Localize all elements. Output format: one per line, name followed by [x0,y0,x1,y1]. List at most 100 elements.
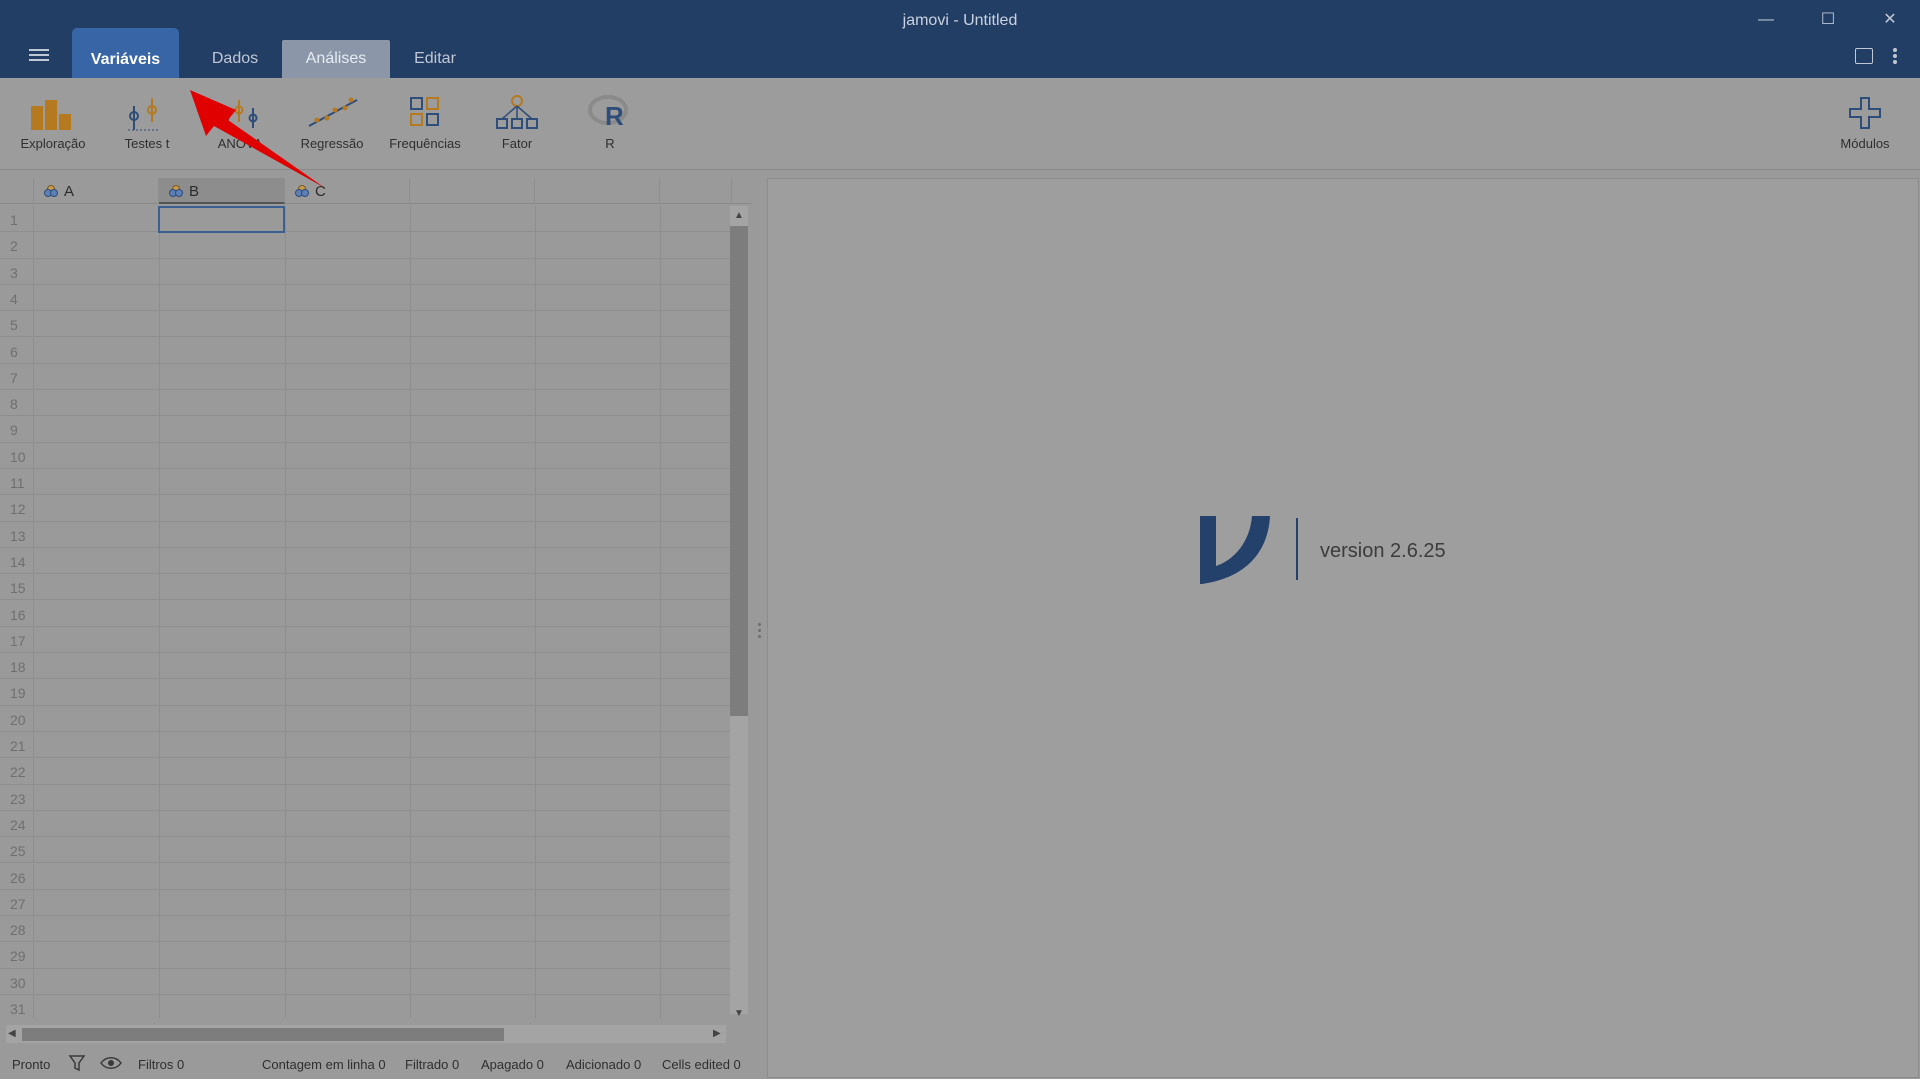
column-header-b[interactable]: B [159,178,285,204]
table-row[interactable]: 7 [0,363,732,391]
eye-icon[interactable] [100,1054,122,1075]
empty-column-header[interactable] [660,178,732,204]
row-number[interactable]: 14 [0,547,34,574]
table-row[interactable]: 19 [0,679,732,706]
modulos-button[interactable]: Módulos [1820,92,1910,151]
row-number[interactable]: 28 [0,916,34,942]
row-number[interactable]: 7 [0,363,34,390]
scroll-left-arrow-icon[interactable]: ◀ [8,1028,16,1039]
row-number[interactable]: 10 [0,442,34,468]
row-number[interactable]: 13 [0,521,34,547]
r-button[interactable]: R R [565,92,655,151]
tab-editar[interactable]: Editar [400,40,470,78]
table-row[interactable]: 11 [0,469,732,496]
row-number[interactable]: 29 [0,942,34,968]
table-row[interactable]: 29 [0,942,732,969]
table-row[interactable]: 5 [0,311,732,338]
row-number[interactable]: 1 [0,206,34,232]
filter-icon[interactable] [68,1054,86,1075]
selected-cell[interactable] [158,206,285,233]
regressao-button[interactable]: Regressão [287,92,377,151]
row-number[interactable]: 4 [0,284,34,311]
table-row[interactable]: 30 [0,968,732,995]
table-row[interactable]: 13 [0,521,732,548]
frequencias-button[interactable]: Frequências [380,92,470,151]
table-row[interactable]: 14 [0,547,732,575]
horizontal-scroll-thumb[interactable] [22,1028,504,1041]
row-number[interactable]: 24 [0,810,34,837]
empty-column-header[interactable] [410,178,535,204]
row-number[interactable]: 23 [0,784,34,810]
row-number[interactable]: 3 [0,258,34,284]
maximize-button[interactable]: ☐ [1808,8,1848,32]
row-number[interactable]: 8 [0,390,34,416]
more-options-icon[interactable] [1890,46,1900,68]
table-row[interactable]: 31 [0,995,732,1018]
row-number[interactable]: 6 [0,337,34,363]
table-row[interactable]: 15 [0,574,732,601]
table-row[interactable]: 10 [0,442,732,469]
row-number[interactable]: 16 [0,600,34,626]
table-row[interactable]: 3 [0,258,732,285]
row-number[interactable]: 5 [0,311,34,337]
table-row[interactable]: 2 [0,232,732,259]
row-number[interactable]: 9 [0,416,34,442]
empty-column-header[interactable] [535,178,660,204]
vertical-scroll-thumb[interactable] [730,226,748,716]
ribbon-label: R [605,136,615,151]
row-number[interactable]: 15 [0,574,34,600]
corner-cell[interactable] [0,178,34,204]
anova-button[interactable]: ANOVA [195,92,285,151]
row-number[interactable]: 27 [0,889,34,916]
column-header-a[interactable]: A [34,178,159,204]
row-number[interactable]: 17 [0,626,34,653]
table-row[interactable]: 27 [0,889,732,917]
table-row[interactable]: 26 [0,863,732,890]
column-header-c[interactable]: C [285,178,410,204]
table-row[interactable]: 1 [0,206,732,233]
pane-splitter[interactable] [755,620,763,644]
table-row[interactable]: 16 [0,600,732,627]
row-number[interactable]: 18 [0,653,34,679]
table-row[interactable]: 6 [0,337,732,364]
close-button[interactable]: ✕ [1870,8,1910,32]
minimize-button[interactable]: — [1746,8,1786,32]
ribbon-label: Testes t [124,136,170,151]
hamburger-menu-icon[interactable] [24,46,54,74]
status-filters: Filtros 0 [138,1057,185,1072]
exploracao-button[interactable]: Exploração [8,92,98,151]
table-row[interactable]: 9 [0,416,732,443]
table-row[interactable]: 4 [0,284,732,312]
row-number[interactable]: 11 [0,469,34,495]
row-number[interactable]: 25 [0,837,34,863]
row-number[interactable]: 12 [0,495,34,521]
table-row[interactable]: 25 [0,837,732,864]
scroll-up-arrow-icon[interactable]: ▲ [734,210,744,221]
table-row[interactable]: 23 [0,784,732,811]
row-number[interactable]: 21 [0,732,34,758]
table-row[interactable]: 18 [0,653,732,680]
row-number[interactable]: 2 [0,232,34,258]
row-number[interactable]: 31 [0,995,34,1018]
table-row[interactable]: 24 [0,810,732,838]
scroll-down-arrow-icon[interactable]: ▼ [734,1008,744,1019]
toggle-results-icon[interactable] [1855,48,1873,64]
row-number[interactable]: 20 [0,705,34,731]
table-row[interactable]: 8 [0,390,732,417]
tab-analises[interactable]: Análises [282,40,390,78]
row-number[interactable]: 30 [0,968,34,994]
table-row[interactable]: 22 [0,758,732,785]
scroll-right-arrow-icon[interactable]: ▶ [713,1028,721,1039]
table-row[interactable]: 12 [0,495,732,522]
testes-t-button[interactable]: Testes t [102,92,192,151]
tab-dados[interactable]: Dados [198,40,272,78]
table-row[interactable]: 21 [0,732,732,759]
row-number[interactable]: 26 [0,863,34,889]
table-row[interactable]: 20 [0,705,732,732]
fator-button[interactable]: Fator [472,92,562,151]
table-row[interactable]: 28 [0,916,732,943]
row-number[interactable]: 22 [0,758,34,784]
row-number[interactable]: 19 [0,679,34,705]
cell-grid[interactable]: 1 2 3 4 5 6 7 8 9 10 11 12 13 14 15 16 17 18 19 20 21 22 23 24 2… [0,206,752,1018]
table-row[interactable]: 17 [0,626,732,654]
